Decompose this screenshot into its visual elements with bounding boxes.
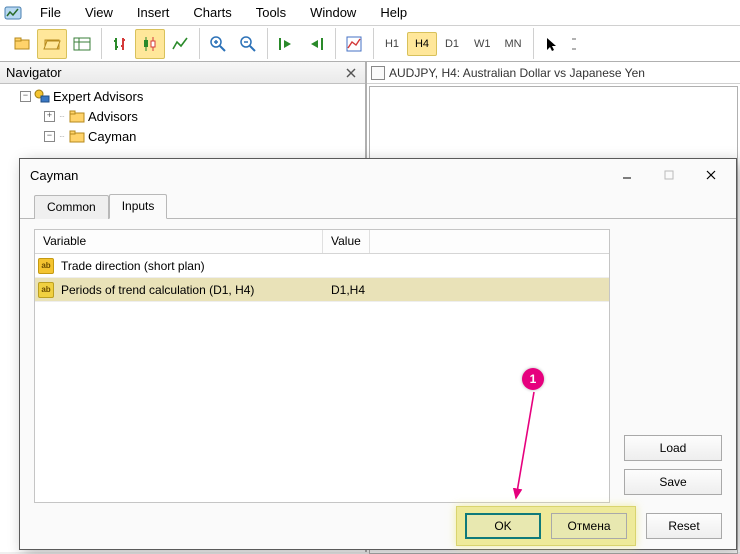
side-buttons: Load Save (624, 229, 722, 503)
expand-icon[interactable]: + (44, 111, 55, 122)
column-value[interactable]: Value (323, 230, 370, 253)
period-d1[interactable]: D1 (437, 32, 467, 56)
ea-properties-dialog: Cayman Common Inputs Variable Value ab T… (19, 158, 737, 550)
tree-connector-icon: ··· (59, 112, 64, 121)
menu-view[interactable]: View (73, 2, 125, 23)
save-button[interactable]: Save (624, 469, 722, 495)
period-w1[interactable]: W1 (467, 32, 498, 56)
chart-title-text: AUDJPY, H4: Australian Dollar vs Japanes… (389, 66, 645, 80)
table-row[interactable]: ab Periods of trend calculation (D1, H4)… (35, 278, 609, 302)
tree-label: Advisors (88, 109, 138, 124)
maximize-icon (648, 160, 690, 190)
highlighted-buttons: OK Отмена (456, 506, 636, 546)
menu-help[interactable]: Help (368, 2, 419, 23)
reset-button[interactable]: Reset (646, 513, 722, 539)
dialog-titlebar[interactable]: Cayman (20, 159, 736, 191)
ok-button[interactable]: OK (465, 513, 541, 539)
period-h1[interactable]: H1 (377, 32, 407, 56)
folder-icon (68, 108, 86, 124)
load-button[interactable]: Load (624, 435, 722, 461)
toolbar-more-icon[interactable] (567, 29, 581, 59)
dialog-title: Cayman (30, 168, 606, 183)
navigator-close-icon[interactable] (343, 65, 359, 81)
menu-file[interactable]: File (28, 2, 73, 23)
toolbar-line-icon[interactable] (165, 29, 195, 59)
collapse-icon[interactable]: − (44, 131, 55, 142)
row-value[interactable]: D1,H4 (323, 283, 373, 297)
string-type-icon: ab (38, 282, 54, 298)
tree-label: Cayman (88, 129, 136, 144)
menu-tools[interactable]: Tools (244, 2, 298, 23)
toolbar-indicators-icon[interactable] (339, 29, 369, 59)
dialog-footer: OK Отмена Reset (20, 503, 736, 549)
tab-inputs[interactable]: Inputs (109, 194, 168, 219)
tree-connector-icon: ··· (59, 132, 64, 141)
folder-icon (68, 128, 86, 144)
dialog-tabs: Common Inputs (20, 193, 736, 219)
period-h4[interactable]: H4 (407, 32, 437, 56)
column-variable[interactable]: Variable (35, 230, 323, 253)
menu-insert[interactable]: Insert (125, 2, 182, 23)
annotation-marker-1: 1 (522, 368, 544, 390)
tree-expert-advisors[interactable]: − Expert Advisors (6, 86, 365, 106)
inputs-table: Variable Value ab Trade direction (short… (34, 229, 610, 503)
toolbar-cursor-icon[interactable] (537, 29, 567, 59)
navigator-header: Navigator (0, 62, 365, 84)
toolbar-folder-open-icon[interactable] (37, 29, 67, 59)
ea-group-icon (33, 88, 51, 104)
navigator-title: Navigator (6, 65, 62, 80)
toolbar: H1 H4 D1 W1 MN (0, 26, 740, 62)
toolbar-zoom-out-icon[interactable] (233, 29, 263, 59)
chart-window-icon[interactable] (371, 66, 385, 80)
toolbar-candles-icon[interactable] (135, 29, 165, 59)
string-type-icon: ab (38, 258, 54, 274)
menu-window[interactable]: Window (298, 2, 368, 23)
cancel-button[interactable]: Отмена (551, 513, 627, 539)
inputs-table-header: Variable Value (35, 230, 609, 254)
toolbar-folder-icon[interactable] (7, 29, 37, 59)
close-icon[interactable] (690, 160, 732, 190)
toolbar-zoom-in-icon[interactable] (203, 29, 233, 59)
row-variable: Trade direction (short plan) (57, 259, 323, 273)
menu-charts[interactable]: Charts (181, 2, 243, 23)
toolbar-shift-right-icon[interactable] (301, 29, 331, 59)
tree-cayman[interactable]: − ··· Cayman (6, 126, 365, 146)
toolbar-shift-left-icon[interactable] (271, 29, 301, 59)
collapse-icon[interactable]: − (20, 91, 31, 102)
table-row[interactable]: ab Trade direction (short plan) (35, 254, 609, 278)
row-variable: Periods of trend calculation (D1, H4) (57, 283, 323, 297)
chart-title-bar: AUDJPY, H4: Australian Dollar vs Japanes… (367, 62, 740, 84)
tab-common[interactable]: Common (34, 195, 109, 219)
app-icon (2, 2, 24, 24)
period-mn[interactable]: MN (498, 32, 529, 56)
toolbar-bars-icon[interactable] (105, 29, 135, 59)
tree-label: Expert Advisors (53, 89, 143, 104)
toolbar-data-icon[interactable] (67, 29, 97, 59)
minimize-icon[interactable] (606, 160, 648, 190)
menu-bar: File View Insert Charts Tools Window Hel… (0, 0, 740, 26)
tree-advisors[interactable]: + ··· Advisors (6, 106, 365, 126)
